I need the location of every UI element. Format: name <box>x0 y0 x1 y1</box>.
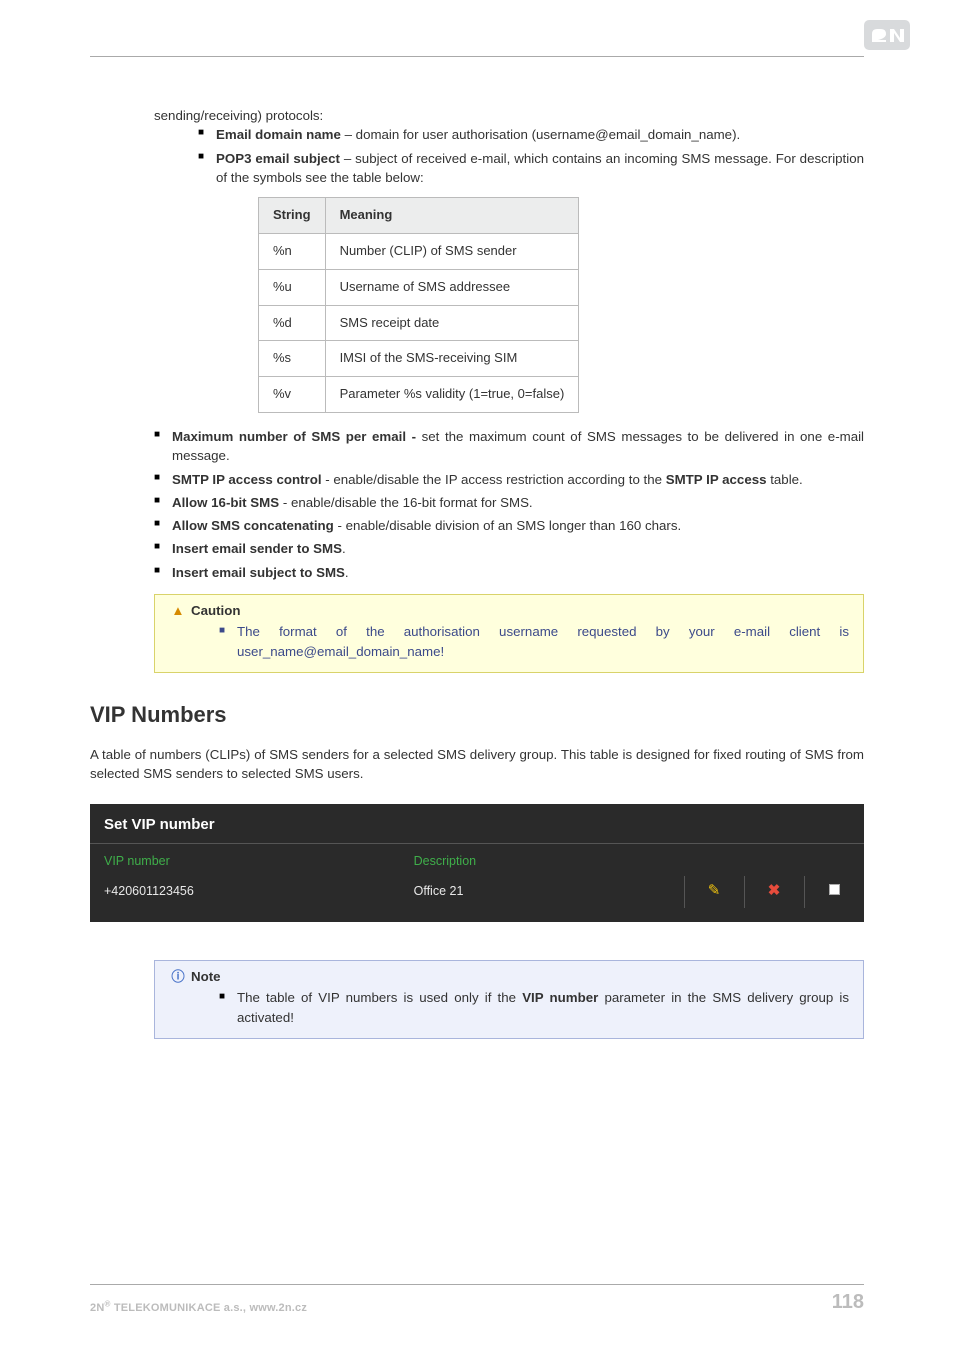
caution-title: ▲ Caution <box>169 601 849 620</box>
vip-th-desc: Description <box>400 844 684 876</box>
footer-left: 2N® TELEKOMUNIKACE a.s., www.2n.cz <box>90 1299 307 1314</box>
edit-icon: ✎ <box>708 882 721 899</box>
cell: IMSI of the SMS-receiving SIM <box>325 341 579 377</box>
delete-icon: ✖ <box>768 882 781 899</box>
vip-th-blank3 <box>804 844 864 876</box>
cell: %u <box>259 269 326 305</box>
vip-desc-cell: Office 21 <box>400 876 684 908</box>
bullet-max-sms: Maximum number of SMS per email - set th… <box>154 427 864 466</box>
b: SMTP IP access control <box>172 472 322 487</box>
t: - enable/disable the 16-bit format for S… <box>279 495 533 510</box>
vip-number-cell: +420601123456 <box>90 876 400 908</box>
page-number: 118 <box>832 1291 864 1314</box>
bullet-pop3-subject: POP3 email subject – subject of received… <box>198 149 864 188</box>
vip-stop-cell[interactable] <box>804 876 864 908</box>
cell: %d <box>259 305 326 341</box>
note-pre: The table of VIP numbers is used only if… <box>237 990 522 1005</box>
b: Allow 16-bit SMS <box>172 495 279 510</box>
section-paragraph: A table of numbers (CLIPs) of SMS sender… <box>90 745 864 784</box>
bullet-smtp-access: SMTP IP access control - enable/disable … <box>154 470 864 489</box>
vip-panel: Set VIP number VIP number Description +4… <box>90 804 864 923</box>
table-row: %vParameter %s validity (1=true, 0=false… <box>259 377 579 413</box>
table-row: %sIMSI of the SMS-receiving SIM <box>259 341 579 377</box>
b: Maximum number of SMS per email - <box>172 429 422 444</box>
bullet-insert-sender: Insert email sender to SMS. <box>154 539 864 558</box>
note-bold: VIP number <box>522 990 598 1005</box>
t: . <box>342 541 346 556</box>
vip-delete-cell[interactable]: ✖ <box>744 876 804 908</box>
bullet-label: Email domain name <box>216 127 341 142</box>
bullet-text: – domain for user authorisation (usernam… <box>341 127 740 142</box>
cell: SMS receipt date <box>325 305 579 341</box>
b2: SMTP IP access <box>666 472 767 487</box>
b: Insert email sender to SMS <box>172 541 342 556</box>
caution-text: The format of the authorisation username… <box>219 622 849 662</box>
info-icon: ⓘ <box>169 967 187 986</box>
stop-icon <box>829 884 840 895</box>
cell: Parameter %s validity (1=true, 0=false) <box>325 377 579 413</box>
t: . <box>345 565 349 580</box>
note-admonition: ⓘ Note The table of VIP numbers is used o… <box>154 960 864 1039</box>
th-string: String <box>259 198 326 234</box>
caution-title-text: Caution <box>191 603 241 618</box>
t: - enable/disable division of an SMS long… <box>334 518 681 533</box>
vip-row: +420601123456 Office 21 ✎ ✖ <box>90 876 864 908</box>
brand-logo <box>864 20 910 50</box>
section-heading: VIP Numbers <box>90 699 864 731</box>
symbols-table: String Meaning %nNumber (CLIP) of SMS se… <box>258 197 579 413</box>
bullet-email-domain: Email domain name – domain for user auth… <box>198 125 864 144</box>
cell: %s <box>259 341 326 377</box>
t: - enable/disable the IP access restricti… <box>322 472 666 487</box>
note-text: The table of VIP numbers is used only if… <box>219 988 849 1028</box>
table-row: %uUsername of SMS addressee <box>259 269 579 305</box>
cell: Username of SMS addressee <box>325 269 579 305</box>
th-meaning: Meaning <box>325 198 579 234</box>
table-row: %dSMS receipt date <box>259 305 579 341</box>
vip-panel-title: Set VIP number <box>90 804 864 845</box>
cell: %v <box>259 377 326 413</box>
cell: %n <box>259 233 326 269</box>
cell: Number (CLIP) of SMS sender <box>325 233 579 269</box>
bullet-concat: Allow SMS concatenating - enable/disable… <box>154 516 864 535</box>
bullet-16bit: Allow 16-bit SMS - enable/disable the 16… <box>154 493 864 512</box>
b: Insert email subject to SMS <box>172 565 345 580</box>
warning-icon: ▲ <box>169 601 187 620</box>
t2: table. <box>767 472 803 487</box>
caution-admonition: ▲ Caution The format of the authorisation… <box>154 594 864 673</box>
note-title: ⓘ Note <box>169 967 849 986</box>
b: Allow SMS concatenating <box>172 518 334 533</box>
table-row: %nNumber (CLIP) of SMS sender <box>259 233 579 269</box>
bullet-insert-subject: Insert email subject to SMS. <box>154 563 864 582</box>
footer-company: TELEKOMUNIKACE a.s., www.2n.cz <box>111 1302 308 1314</box>
vip-th-blank2 <box>744 844 804 876</box>
bullet-label: POP3 email subject <box>216 151 340 166</box>
note-title-text: Note <box>191 969 221 984</box>
page-footer: 2N® TELEKOMUNIKACE a.s., www.2n.cz 118 <box>90 1284 864 1314</box>
vip-th-blank1 <box>684 844 744 876</box>
vip-edit-cell[interactable]: ✎ <box>684 876 744 908</box>
footer-brand: 2N <box>90 1302 104 1314</box>
header-rule <box>90 56 864 57</box>
vip-th-number: VIP number <box>90 844 400 876</box>
intro-line: sending/receiving) protocols: <box>154 106 864 125</box>
